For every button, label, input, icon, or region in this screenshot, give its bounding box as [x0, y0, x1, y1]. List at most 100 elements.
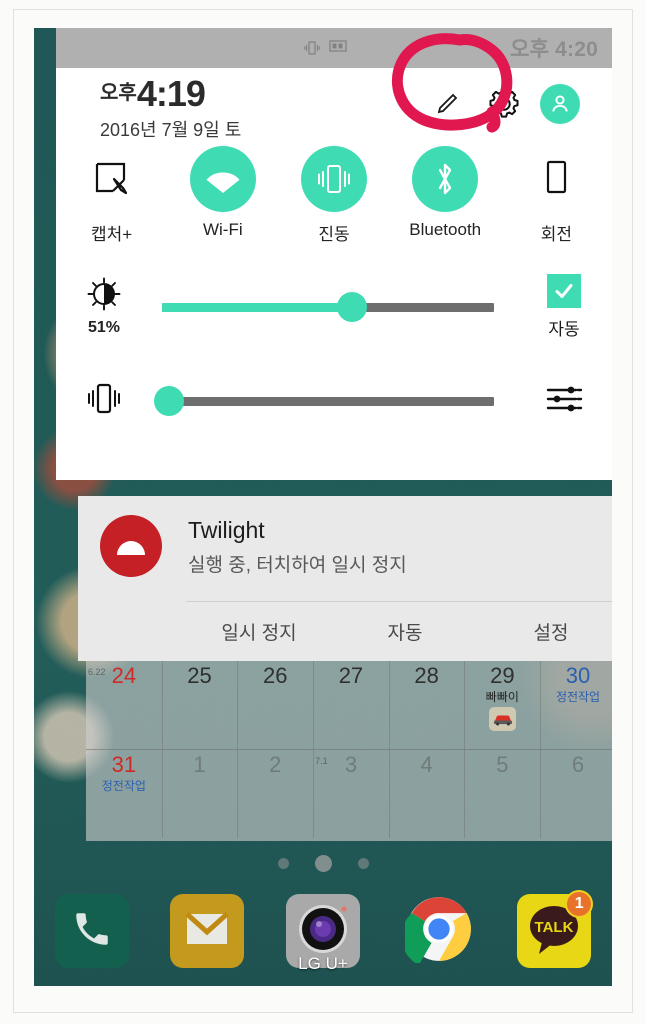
phone-screenshot: 6.22 24 25 26 27 28 29 빠빠이 30 정전작업 31 정전…: [34, 28, 612, 986]
toggle-label: 진동: [318, 225, 350, 244]
notification-subtitle: 실행 중, 터치하여 일시 정지: [188, 555, 407, 576]
slider-track: [162, 396, 494, 406]
notification-content[interactable]: Twilight 실행 중, 터치하여 일시 정지: [78, 496, 612, 577]
quick-toggles-row: 캡처+ Wi-Fi 진동 Bluetooth 회전: [56, 146, 612, 258]
auto-brightness-toggle[interactable]: 자동: [516, 274, 612, 340]
status-bar-icons: [304, 39, 347, 57]
calendar-lunar-label: 6.22: [88, 667, 106, 677]
volume-slider[interactable]: [152, 381, 508, 421]
brightness-control-label[interactable]: 51%: [56, 277, 152, 337]
slider-thumb[interactable]: [154, 386, 184, 416]
notification-badge: 1: [565, 890, 594, 918]
dock: LG U+ TALK 1: [34, 888, 612, 986]
calendar-widget[interactable]: 6.22 24 25 26 27 28 29 빠빠이 30 정전작업 31 정전…: [86, 661, 612, 841]
notification-title: Twilight: [188, 517, 265, 543]
date-display: 2016년 7월 9일 토: [100, 120, 242, 140]
calendar-day-cell[interactable]: 5: [465, 750, 542, 838]
calendar-day-cell[interactable]: 6: [540, 750, 612, 838]
email-icon: [184, 910, 230, 953]
email-app[interactable]: [165, 894, 249, 982]
calendar-day-cell[interactable]: 4: [389, 750, 466, 838]
bluetooth-icon: [412, 146, 479, 212]
calendar-day-cell[interactable]: 26: [237, 661, 315, 749]
carrier-label: LG U+: [298, 954, 348, 973]
toggle-wifi[interactable]: Wi-Fi: [167, 146, 278, 258]
calendar-day-number: 28: [414, 663, 439, 688]
vibrate-icon: [304, 39, 320, 57]
kakaotalk-app[interactable]: TALK 1: [512, 890, 596, 982]
camera-app[interactable]: LG U+: [281, 894, 365, 982]
calendar-day-cell[interactable]: 6.22 24: [86, 661, 163, 749]
checkbox-checked-icon: [547, 274, 581, 308]
calendar-day-cell[interactable]: 27: [313, 661, 390, 749]
calendar-day-cell[interactable]: 28: [389, 661, 466, 749]
notification-text: Twilight 실행 중, 터치하여 일시 정지: [188, 515, 407, 577]
notification-action-settings[interactable]: 설정: [478, 618, 612, 645]
notification-action-auto[interactable]: 자동: [332, 618, 478, 645]
toggle-capture-plus[interactable]: 캡처+: [56, 146, 167, 258]
calendar-day-cell[interactable]: 31 정전작업: [86, 750, 163, 838]
notification-card[interactable]: Twilight 실행 중, 터치하여 일시 정지 일시 정지 자동 설정: [78, 496, 612, 661]
page-dot[interactable]: [277, 857, 289, 869]
header-actions: [426, 82, 582, 126]
calendar-day-number: 25: [187, 663, 212, 688]
slider-thumb[interactable]: [337, 292, 367, 322]
toggle-bluetooth[interactable]: Bluetooth: [390, 146, 501, 258]
calendar-event-label: 빠빠이: [485, 690, 519, 704]
calendar-day-number: 5: [496, 752, 509, 777]
calendar-day-number: 1: [193, 752, 206, 777]
calendar-day-number: 6: [571, 752, 585, 777]
calendar-day-cell[interactable]: 7.1 3: [313, 750, 390, 838]
calendar-day-number: 29: [490, 663, 515, 688]
capture-plus-icon: [79, 146, 145, 212]
toggle-rotation[interactable]: 회전: [501, 146, 612, 258]
calendar-day-cell[interactable]: 29 빠빠이: [465, 661, 542, 749]
calendar-day-cell[interactable]: 30 정전작업: [540, 661, 612, 749]
page-dot-active[interactable]: [314, 854, 332, 872]
profile-icon[interactable]: [538, 82, 582, 126]
clock-time: 4:19: [136, 73, 206, 114]
wifi-icon: [189, 146, 256, 212]
calendar-day-number: 30: [565, 663, 591, 688]
twilight-icon: [100, 515, 162, 577]
status-bar: 오후 4:20: [56, 28, 612, 68]
volume-control-label[interactable]: [56, 381, 152, 422]
phone-icon: [71, 908, 113, 955]
brightness-slider[interactable]: [152, 287, 508, 327]
calendar-day-cell[interactable]: 1: [162, 750, 239, 838]
gear-icon[interactable]: [482, 82, 526, 126]
sound-settings-button[interactable]: [516, 383, 612, 420]
chrome-app[interactable]: [397, 894, 481, 982]
toggle-label: 회전: [540, 225, 573, 244]
page-indicator: [34, 848, 612, 878]
toggle-label: Wi-Fi: [202, 220, 243, 239]
quick-settings-panel: 오후4:19 2016년 7월 9일 토 캡처+ Wi-Fi 진동 Blueto…: [56, 68, 612, 480]
auto-brightness-label: 자동: [548, 320, 580, 339]
calendar-event-label: 정전작업: [555, 690, 601, 704]
clock-display: 오후4:19: [100, 73, 206, 115]
notification-actions: 일시 정지 자동 설정: [186, 602, 612, 660]
status-bar-time: 오후 4:20: [510, 38, 598, 61]
phone-app[interactable]: [50, 894, 134, 982]
photo-frame: 6.22 24 25 26 27 28 29 빠빠이 30 정전작업 31 정전…: [0, 0, 646, 1024]
slider-fill: [162, 302, 352, 312]
svg-text:TALK: TALK: [535, 919, 574, 936]
calendar-day-number: 4: [420, 752, 433, 777]
edit-icon[interactable]: [426, 82, 470, 126]
toggle-label: Bluetooth: [409, 220, 482, 239]
calendar-lunar-label: 7.1: [315, 756, 328, 766]
chrome-icon: [400, 895, 473, 968]
calendar-event-label: 정전작업: [101, 779, 146, 793]
page-dot[interactable]: [357, 857, 369, 869]
toggle-vibrate[interactable]: 진동: [278, 146, 389, 258]
notification-action-pause[interactable]: 일시 정지: [186, 618, 332, 645]
calendar-day-number: 26: [262, 663, 288, 688]
calendar-day-cell[interactable]: 2: [237, 750, 315, 838]
brightness-row: 51% 자동: [56, 264, 612, 350]
rotation-icon: [523, 146, 589, 212]
vibrate-icon: [301, 146, 367, 212]
calendar-day-cell[interactable]: 25: [162, 661, 239, 749]
sound-settings-icon: [545, 383, 583, 420]
vibrate-icon: [83, 381, 125, 422]
screenshot-icon: [329, 39, 347, 57]
